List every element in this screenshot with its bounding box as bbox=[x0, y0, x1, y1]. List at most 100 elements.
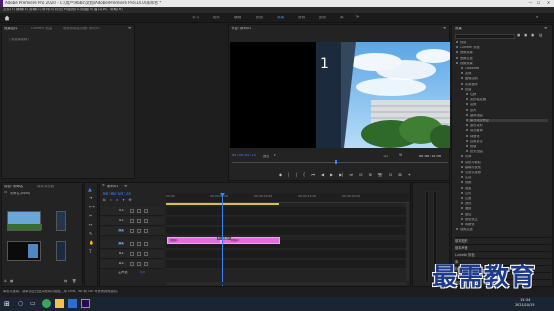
resolution-dropdown[interactable]: 1/2 bbox=[383, 155, 388, 158]
sequence-thumbnail[interactable] bbox=[7, 241, 41, 261]
effects-tree-item[interactable]: 过渡 bbox=[461, 197, 548, 200]
program-playhead[interactable] bbox=[335, 160, 337, 164]
workspace-learn[interactable]: 学习 bbox=[192, 16, 199, 20]
track-header[interactable]: V3 bbox=[100, 207, 164, 216]
effects-tree-item[interactable]: 风格化 bbox=[461, 223, 548, 226]
menu-graphics[interactable]: 图形(G) bbox=[68, 8, 81, 12]
toggle-sync-icon[interactable] bbox=[137, 209, 141, 213]
mute-icon[interactable] bbox=[137, 252, 141, 256]
track-lane[interactable] bbox=[166, 260, 406, 269]
sequence-tab[interactable]: 序列01 bbox=[107, 185, 118, 188]
effects-tree-item[interactable]: 过时 bbox=[461, 191, 548, 195]
tab-audio-clip-mixer[interactable]: 音频剪辑混合器: 序列01 bbox=[63, 27, 100, 30]
workspace-color[interactable]: 颜色 bbox=[256, 16, 263, 20]
tab-effects[interactable]: 效果 bbox=[455, 27, 462, 30]
effects-tree-item[interactable]: 镜头扭曲 bbox=[466, 150, 548, 153]
extract-button[interactable]: ⊞ bbox=[369, 173, 372, 177]
program-scrubber[interactable] bbox=[232, 162, 448, 163]
effects-tree-item[interactable]: 镜像 bbox=[466, 145, 548, 148]
effects-tree-item[interactable]: Obsolete bbox=[461, 67, 548, 70]
effects-tree-item[interactable]: 实用程序 bbox=[461, 82, 548, 86]
type-tool-icon[interactable]: T bbox=[89, 250, 91, 254]
tab-effect-controls[interactable]: 效果控件 bbox=[4, 27, 18, 30]
close-window-button[interactable]: ✕ bbox=[545, 1, 552, 5]
effects-tree-item[interactable]: 湍流置换 bbox=[466, 129, 548, 132]
timeline-scrollbar-v[interactable] bbox=[406, 203, 409, 281]
effects-tree-item[interactable]: 波形变形 bbox=[466, 124, 548, 127]
step-back-icon[interactable]: ⏮ bbox=[311, 173, 315, 177]
effects-tree-item[interactable]: 键控 bbox=[461, 212, 548, 216]
video-viewer[interactable]: 1 bbox=[230, 42, 450, 148]
lock-icon[interactable] bbox=[130, 219, 134, 223]
track-header[interactable]: V1 bbox=[100, 227, 164, 236]
marker-icon[interactable]: ▾ bbox=[123, 198, 125, 202]
mute-icon[interactable] bbox=[137, 242, 141, 246]
effects-tree-item[interactable]: 音频效果 bbox=[456, 51, 548, 54]
menu-clip[interactable]: 剪辑(C) bbox=[29, 8, 42, 12]
maximize-button[interactable]: ☐ bbox=[535, 1, 542, 5]
track-select-tool-icon[interactable]: ⇥ bbox=[89, 196, 92, 200]
lift-button[interactable]: ⊟ bbox=[359, 173, 362, 177]
effects-tree-item[interactable]: 音频过渡 bbox=[456, 56, 548, 60]
effects-tree-item[interactable]: 变形稳定器 bbox=[466, 98, 548, 101]
track-name[interactable]: V2 bbox=[118, 219, 124, 222]
comparison-view-button[interactable]: ⊠ bbox=[398, 173, 401, 177]
eye-icon[interactable] bbox=[144, 209, 148, 213]
step-back-frame-button[interactable]: ◀ bbox=[321, 173, 324, 177]
timeline-timecode[interactable]: 00:00:04:24 bbox=[103, 192, 131, 196]
effects-tree-item[interactable]: 果冻效应修复 bbox=[466, 119, 548, 123]
nest-icon[interactable]: ⧉ bbox=[103, 198, 105, 202]
timeline-scrollbar-h[interactable] bbox=[166, 282, 406, 285]
tab-project[interactable]: 项目: 未命名 bbox=[4, 185, 23, 188]
media-thumbnail-3[interactable] bbox=[56, 241, 66, 261]
program-timecode[interactable]: 00:00:04:24 bbox=[232, 154, 256, 158]
trash-icon[interactable]: 🗑 bbox=[72, 279, 76, 283]
step-forward-frame-button[interactable]: ▶| bbox=[339, 173, 343, 177]
slip-tool-icon[interactable]: ↔ bbox=[89, 223, 92, 227]
track-name[interactable]: A2 bbox=[118, 252, 124, 255]
effects-tree-item[interactable]: 杂色与颗粒 bbox=[461, 160, 548, 164]
tab-lumetri-scopes[interactable]: Lumetri 范围 bbox=[31, 27, 52, 30]
track-lane[interactable] bbox=[166, 217, 406, 226]
track-header[interactable]: A1 bbox=[100, 240, 164, 249]
selection-tool-icon[interactable]: ▲ bbox=[88, 187, 92, 193]
solo-icon[interactable] bbox=[144, 242, 148, 246]
pen-tool-icon[interactable]: ✎ bbox=[89, 232, 92, 236]
lock-icon[interactable] bbox=[130, 262, 134, 266]
effects-tree-item[interactable]: 边角定位 bbox=[466, 139, 548, 143]
effects-tree-item[interactable]: 扭曲 bbox=[461, 87, 548, 91]
snap-icon[interactable]: ∩ bbox=[109, 198, 111, 202]
panel-section-header[interactable]: Lumetri 颜色 bbox=[455, 251, 551, 258]
effects-tree-item[interactable]: 变换 bbox=[461, 72, 548, 75]
track-name[interactable]: A3 bbox=[118, 262, 124, 265]
track-name[interactable]: V3 bbox=[118, 209, 124, 212]
media-thumbnail-1[interactable] bbox=[7, 211, 42, 231]
effects-search-input[interactable] bbox=[455, 34, 515, 39]
effects-tree-item[interactable]: 旋转扭曲 bbox=[466, 113, 548, 117]
effects-tree-item[interactable]: 沉浸式视频 bbox=[461, 171, 548, 174]
toggle-sync-icon[interactable] bbox=[137, 219, 141, 223]
list-view-icon[interactable]: ≣ bbox=[4, 279, 7, 283]
tab-media-browser[interactable]: 媒体浏览器 bbox=[37, 185, 54, 188]
track-header[interactable]: A3 bbox=[100, 260, 164, 269]
menu-window[interactable]: 窗口(W) bbox=[94, 8, 108, 12]
effects-tree-item[interactable]: 时间 bbox=[461, 155, 548, 158]
go-to-in-button[interactable]: { bbox=[303, 173, 306, 177]
workspace-effects[interactable]: 效果 bbox=[277, 16, 284, 20]
effects-tree-item[interactable]: Lumetri 预设 bbox=[456, 46, 548, 49]
menu-file[interactable]: 文件(F) bbox=[3, 8, 15, 12]
search-icon[interactable]: ⌕ bbox=[536, 15, 538, 19]
effects-tree-item[interactable]: 颜色校正 bbox=[461, 217, 548, 221]
track-lane[interactable] bbox=[166, 227, 406, 236]
browser-icon[interactable] bbox=[42, 299, 51, 308]
menu-sequence[interactable]: 序列(S) bbox=[42, 8, 54, 12]
linked-icon[interactable]: ⊂ bbox=[116, 198, 119, 202]
workspace-assembly[interactable]: 组件 bbox=[213, 16, 220, 20]
workspace-libraries[interactable]: 库 bbox=[340, 16, 344, 20]
timeline-menu-icon[interactable]: ≡ bbox=[124, 184, 127, 188]
lock-icon[interactable] bbox=[130, 242, 134, 246]
go-to-out-button[interactable]: ⏭ bbox=[350, 173, 354, 177]
windows-start-icon[interactable]: ⊞ bbox=[4, 300, 10, 308]
menu-view[interactable]: 视图(V) bbox=[81, 8, 93, 12]
premiere-icon[interactable] bbox=[81, 299, 90, 308]
